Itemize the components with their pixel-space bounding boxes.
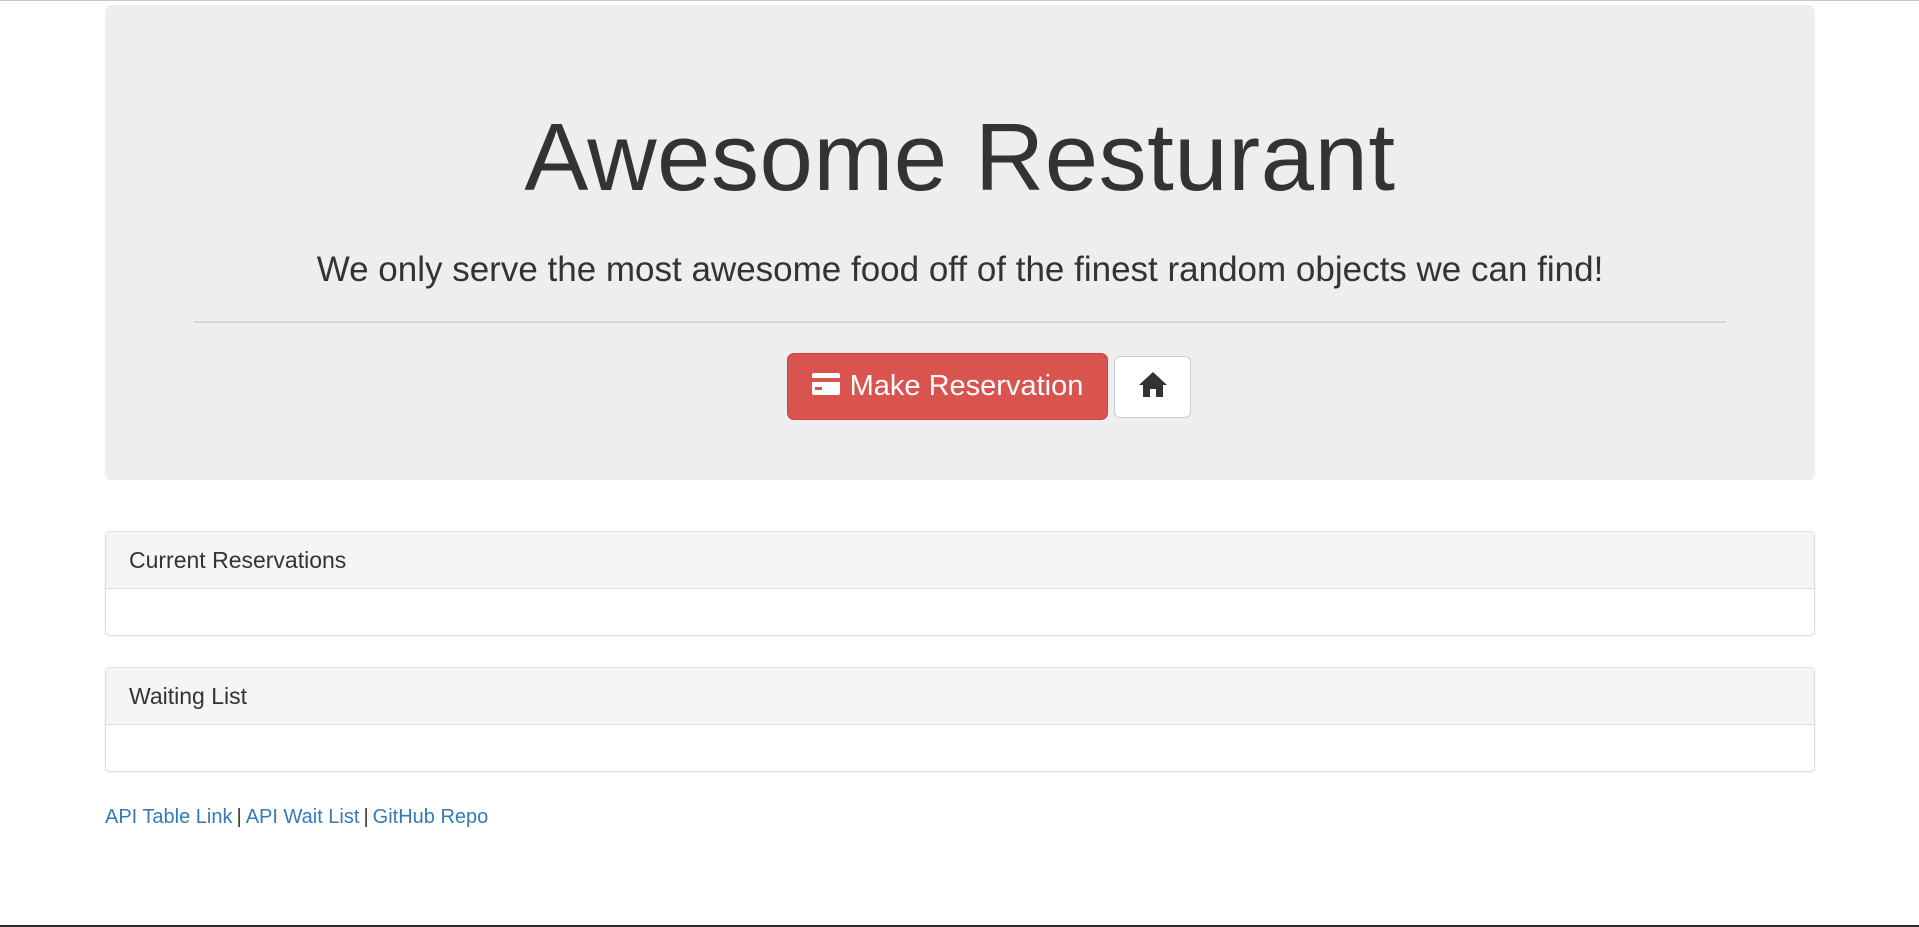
main-container: Awesome Resturant We only serve the most… [105,5,1815,829]
page-title: Awesome Resturant [524,104,1396,211]
credit-card-icon [811,370,840,403]
footer-separator: | [363,806,369,828]
hero-actions: Make Reservation [105,353,1815,420]
api-table-link[interactable]: API Table Link [105,806,233,828]
browser-top-edge [0,0,1919,4]
home-icon [1138,371,1168,403]
api-wait-list-link[interactable]: API Wait List [246,806,360,828]
waiting-list-heading: Waiting List [106,668,1814,725]
current-reservations-heading: Current Reservations [106,532,1814,589]
current-reservations-body [106,589,1814,635]
tagline: We only serve the most awesome food off … [316,250,1604,289]
waiting-list-body [106,725,1814,771]
footer-links: API Table Link | API Wait List | GitHub Repo [105,806,1815,829]
hero-banner: Awesome Resturant We only serve the most… [105,5,1815,480]
github-repo-link[interactable]: GitHub Repo [373,806,489,828]
waiting-list-panel: Waiting List [105,667,1815,772]
current-reservations-panel: Current Reservations [105,531,1815,636]
make-reservation-label: Make Reservation [849,370,1084,402]
make-reservation-button[interactable]: Make Reservation [786,353,1109,420]
footer-separator: | [236,806,242,828]
home-button[interactable] [1114,355,1192,418]
hero-divider [194,321,1726,323]
